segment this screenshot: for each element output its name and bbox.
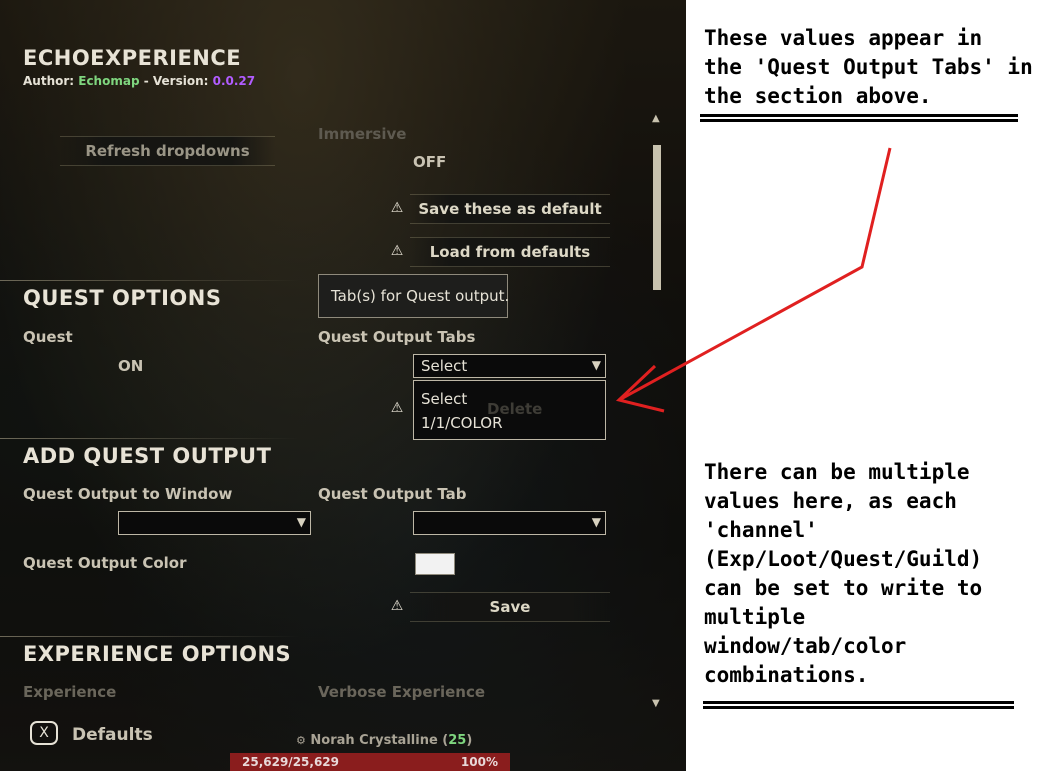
arrow-line	[618, 147, 892, 402]
annotation-arrow	[615, 147, 892, 413]
